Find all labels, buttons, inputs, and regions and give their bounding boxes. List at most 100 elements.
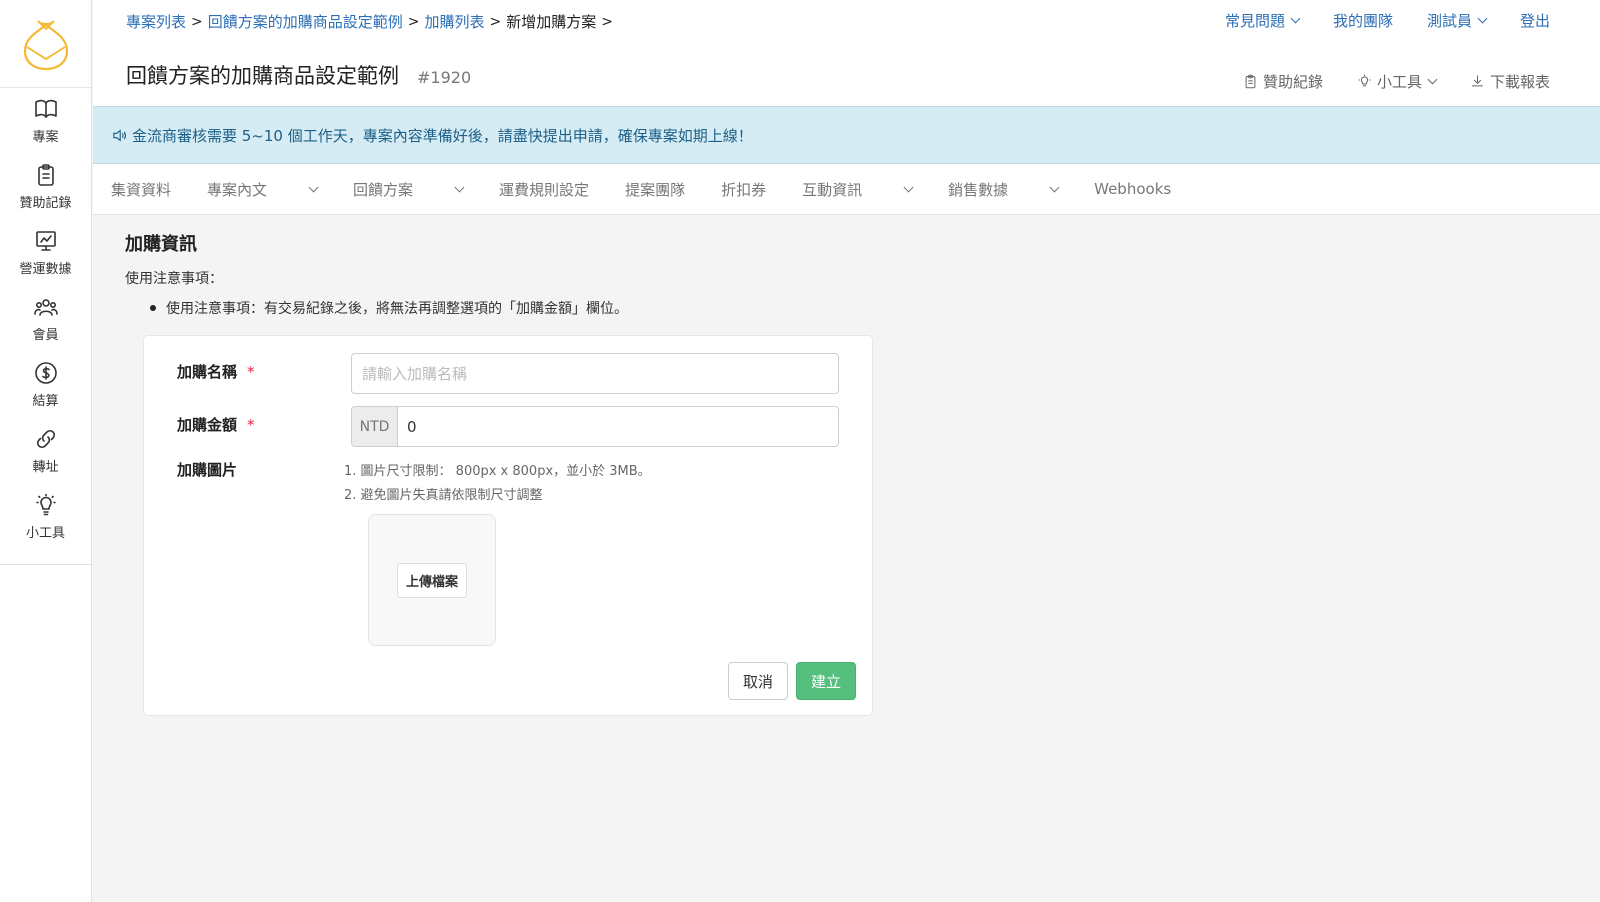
required-mark: * xyxy=(247,416,255,434)
chevron-down-icon xyxy=(903,182,914,192)
sidebar-item-label: 會員 xyxy=(32,328,59,343)
name-label: 加購名稱 * xyxy=(177,361,255,382)
image-note-1: 1. 圖片尺寸限制： 800px x 800px，並小於 3MB。 xyxy=(344,464,651,479)
tab-label: 銷售數據 xyxy=(948,180,1009,199)
notice-banner: 金流商審核需要 5~10 個工作天，專案內容準備好後，請盡快提出申請，確保專案如… xyxy=(93,106,1600,164)
link-icon xyxy=(36,429,55,449)
sponsor-log-label: 贊助紀錄 xyxy=(1262,73,1323,91)
addon-price-input[interactable]: NTD 0 xyxy=(351,406,839,447)
breadcrumb-project-list[interactable]: 專案列表 xyxy=(126,11,186,32)
chart-icon xyxy=(35,231,56,251)
chevron-down-icon xyxy=(454,182,465,192)
tab-interactions[interactable]: 互動資訊 xyxy=(802,179,914,200)
tab-team[interactable]: 提案團隊 xyxy=(625,179,685,200)
sidebar-item-operations[interactable]: 營運數據 xyxy=(0,220,91,286)
my-team-link[interactable]: 我的團隊 xyxy=(1333,10,1393,31)
bullet-icon xyxy=(150,305,156,311)
sidebar-item-label: 專案 xyxy=(32,130,59,145)
chevron-down-icon xyxy=(1427,74,1438,85)
book-icon xyxy=(34,99,57,118)
upload-file-button[interactable]: 上傳檔案 xyxy=(396,562,467,598)
widgets-label: 小工具 xyxy=(1376,73,1422,91)
speaker-icon xyxy=(113,128,126,142)
note-item: 使用注意事項：有交易紀錄之後，將無法再調整選項的「加購金額」欄位。 xyxy=(150,298,628,318)
project-id: #1920 xyxy=(417,68,472,87)
tab-project-content[interactable]: 專案內文 xyxy=(207,179,319,200)
price-label-text: 加購金額 xyxy=(177,416,238,434)
download-report-button[interactable]: 下載報表 xyxy=(1470,71,1550,92)
logout-link[interactable]: 登出 xyxy=(1520,10,1550,31)
download-icon xyxy=(1471,75,1483,87)
cancel-button[interactable]: 取消 xyxy=(728,662,788,700)
breadcrumb-current: 新增加購方案 xyxy=(506,13,597,31)
sidebar-item-settlement[interactable]: 結算 xyxy=(0,352,91,418)
name-label-text: 加購名稱 xyxy=(177,363,238,381)
breadcrumb-separator: > xyxy=(191,13,203,30)
image-label: 加購圖片 xyxy=(177,461,238,479)
notice-text: 金流商審核需要 5~10 個工作天，專案內容準備好後，請盡快提出申請，確保專案如… xyxy=(132,126,753,145)
image-note-2: 2. 避免圖片失真請依限制尺寸調整 xyxy=(344,488,543,503)
user-label: 測試員 xyxy=(1426,12,1472,30)
page-title: 回饋方案的加購商品設定範例 #1920 xyxy=(126,60,471,90)
required-mark: * xyxy=(247,363,255,381)
faq-menu[interactable]: 常見問題 xyxy=(1224,10,1301,31)
tab-label: 專案內文 xyxy=(207,180,268,199)
top-nav: 常見問題 我的團隊 測試員 登出 xyxy=(1225,10,1550,31)
sidebar-item-projects[interactable]: 專案 xyxy=(0,88,91,154)
sidebar-item-members[interactable]: 會員 xyxy=(0,286,91,352)
tab-webhooks[interactable]: Webhooks xyxy=(1094,180,1171,198)
dollar-icon xyxy=(34,362,57,384)
lightbulb-icon xyxy=(35,493,56,516)
image-notes: 1. 圖片尺寸限制： 800px x 800px，並小於 3MB。 2. 避免圖… xyxy=(344,460,651,508)
sidebar: 專案 贊助記錄 營運數據 會員 結算 轉址 小工具 xyxy=(0,0,92,902)
logo-icon xyxy=(23,19,68,70)
breadcrumb-separator: > xyxy=(407,13,420,30)
breadcrumb-separator: > xyxy=(489,13,502,30)
lightbulb-icon xyxy=(1358,74,1371,87)
addon-name-input[interactable]: 請輸入加購名稱 xyxy=(351,353,839,394)
widgets-menu[interactable]: 小工具 xyxy=(1357,71,1438,92)
sidebar-item-label: 營運數據 xyxy=(19,262,72,277)
sidebar-item-label: 結算 xyxy=(32,394,59,409)
tab-funding-info[interactable]: 集資資料 xyxy=(111,179,171,200)
create-button[interactable]: 建立 xyxy=(796,662,856,700)
price-label: 加購金額 * xyxy=(177,414,255,435)
chevron-down-icon xyxy=(1049,182,1060,192)
breadcrumb-project[interactable]: 回饋方案的加購商品設定範例 xyxy=(208,11,403,32)
sidebar-item-tools[interactable]: 小工具 xyxy=(0,484,91,550)
currency-addon: NTD xyxy=(352,407,398,446)
addon-name-placeholder: 請輸入加購名稱 xyxy=(362,365,468,383)
users-icon xyxy=(33,299,58,316)
sidebar-item-sponsor-records[interactable]: 贊助記錄 xyxy=(0,154,91,220)
tab-sales-data[interactable]: 銷售數據 xyxy=(948,179,1060,200)
tab-shipping-rules[interactable]: 運費規則設定 xyxy=(499,179,589,200)
header-tools: 贊助紀錄 小工具 下載報表 xyxy=(1243,71,1550,92)
header: 專案列表 > 回饋方案的加購商品設定範例 > 加購列表 > 新增加購方案 > 常… xyxy=(93,0,1600,106)
image-upload-dropzone[interactable]: 上傳檔案 xyxy=(368,514,496,646)
faq-label: 常見問題 xyxy=(1224,12,1285,30)
logo[interactable] xyxy=(0,0,91,88)
breadcrumb: 專案列表 > 回饋方案的加購商品設定範例 > 加購列表 > 新增加購方案 > xyxy=(126,11,618,32)
sidebar-item-label: 贊助記錄 xyxy=(19,196,72,211)
sidebar-item-label: 轉址 xyxy=(32,460,59,475)
clipboard-icon xyxy=(1245,74,1256,89)
notes-label: 使用注意事項： xyxy=(125,271,223,287)
breadcrumb-addon-list[interactable]: 加購列表 xyxy=(425,11,485,32)
project-title: 回饋方案的加購商品設定範例 xyxy=(126,64,399,88)
sponsor-log-button[interactable]: 贊助紀錄 xyxy=(1243,71,1323,92)
addon-form-card: 加購名稱 * 請輸入加購名稱 加購金額 * NTD 0 加購圖片 1. 圖片尺寸限制… xyxy=(143,335,873,716)
clipboard-icon xyxy=(37,164,54,186)
chevron-down-icon xyxy=(308,182,319,192)
tab-rewards[interactable]: 回饋方案 xyxy=(353,179,465,200)
sidebar-item-redirect[interactable]: 轉址 xyxy=(0,418,91,484)
tab-coupons[interactable]: 折扣券 xyxy=(721,179,766,200)
sidebar-item-label: 小工具 xyxy=(25,526,65,541)
addon-price-value: 0 xyxy=(407,417,417,436)
download-label: 下載報表 xyxy=(1489,73,1550,91)
user-menu[interactable]: 測試員 xyxy=(1426,10,1488,31)
tab-bar: 集資資料 專案內文 回饋方案 運費規則設定 提案團隊 折扣券 互動資訊 銷售數據… xyxy=(93,164,1600,215)
tab-label: 互動資訊 xyxy=(802,180,863,199)
chevron-down-icon xyxy=(1290,13,1301,24)
note-text: 使用注意事項：有交易紀錄之後，將無法再調整選項的「加購金額」欄位。 xyxy=(166,301,628,317)
chevron-down-icon xyxy=(1477,13,1488,24)
